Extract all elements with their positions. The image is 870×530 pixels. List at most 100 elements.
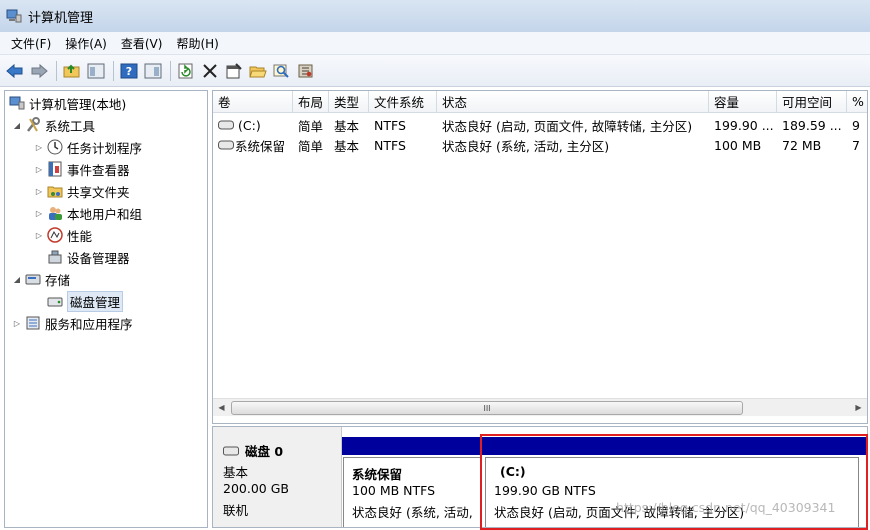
tree-item-local-users[interactable]: ▷ 本地用户和组 [33, 203, 142, 223]
svg-text:?: ? [126, 65, 132, 78]
expand-arrow-icon[interactable]: ▷ [33, 231, 45, 240]
settings-icon[interactable] [295, 60, 317, 82]
volume-free-space: 72 MB [782, 137, 822, 153]
users-icon [49, 207, 62, 220]
tree-item-label: 性能 [67, 228, 93, 244]
column-header-free-space[interactable]: 可用空间 [777, 91, 847, 113]
tree-item-shared-folders[interactable]: ▷ 共享文件夹 [33, 181, 130, 201]
window-title: 计算机管理 [28, 10, 94, 26]
expand-arrow-icon[interactable]: ▷ [33, 187, 45, 196]
volume-name-cell: (C:) [213, 115, 293, 135]
tree-item-disk-management[interactable]: 磁盘管理 [45, 290, 124, 312]
tree-item-label: 本地用户和组 [67, 206, 143, 222]
toolbar-separator [170, 60, 171, 81]
clock-icon [47, 139, 63, 155]
tree-item-label: 服务和应用程序 [45, 316, 133, 332]
menu-action[interactable]: 操作(A) [58, 35, 114, 52]
forward-icon[interactable] [28, 60, 50, 82]
volume-capacity: 100 MB [714, 137, 762, 153]
performance-icon [47, 227, 63, 243]
menu-file[interactable]: 文件(F) [4, 35, 58, 52]
navigation-tree: 计算机管理(本地) ◢ 系统工具 ▷ 任务计划程序 ▷ 事件查看器 ▷ 共享文件… [4, 90, 208, 528]
column-header-capacity[interactable]: 容量 [709, 91, 777, 113]
expand-arrow-icon[interactable]: ▷ [11, 319, 23, 328]
refresh-icon[interactable] [175, 60, 197, 82]
computer-management-icon [9, 96, 25, 110]
tree-item-label: 磁盘管理 [67, 290, 124, 312]
show-tree-icon[interactable] [85, 60, 107, 82]
tree-item-event-viewer[interactable]: ▷ 事件查看器 [33, 159, 130, 179]
tree-item-root[interactable]: 计算机管理(本地) [7, 93, 126, 113]
scroll-right-arrow-icon[interactable]: ▶ [850, 399, 867, 416]
column-header-type[interactable]: 类型 [329, 91, 369, 113]
disk-header: 磁盘 0 [223, 441, 283, 460]
tree-item-task-scheduler[interactable]: ▷ 任务计划程序 [33, 137, 142, 157]
column-header-percent-free[interactable]: % [847, 91, 867, 113]
delete-icon[interactable] [199, 60, 221, 82]
column-header-filesystem[interactable]: 文件系统 [369, 91, 437, 113]
collapse-arrow-icon[interactable]: ◢ [11, 121, 23, 130]
menu-bar: 文件(F) 操作(A) 查看(V) 帮助(H) [0, 32, 870, 55]
disk-info[interactable]: 磁盘 0 基本 200.00 GB 联机 [213, 427, 342, 527]
back-icon[interactable] [4, 60, 26, 82]
tree-item-storage[interactable]: ◢ 存储 [11, 269, 70, 289]
shared-folder-icon [47, 186, 63, 198]
computer-management-icon [6, 9, 22, 23]
volume-name: (C:) [238, 117, 261, 133]
open-icon[interactable] [247, 60, 269, 82]
tree-item-device-manager[interactable]: 设备管理器 [45, 247, 130, 267]
tree-item-label: 存储 [45, 272, 71, 288]
tree-item-performance[interactable]: ▷ 性能 [33, 225, 92, 245]
toolbar: ? [0, 55, 870, 87]
menu-view[interactable]: 查看(V) [114, 35, 170, 52]
expand-arrow-icon[interactable]: ▷ [33, 209, 45, 218]
column-header-status[interactable]: 状态 [437, 91, 709, 113]
expand-arrow-icon[interactable]: ▷ [33, 165, 45, 174]
partition-name: 系统保留 [352, 467, 403, 482]
volume-list: 卷 布局 类型 文件系统 状态 容量 可用空间 % (C:) 简单 基本 NTF… [212, 90, 868, 424]
volume-status: 状态良好 (启动, 页面文件, 故障转储, 主分区) [442, 118, 693, 134]
event-log-icon [48, 161, 62, 177]
disk-management-icon [47, 297, 63, 307]
volume-filesystem: NTFS [374, 137, 406, 153]
partition-system-reserved[interactable]: 系统保留 100 MB NTFS 状态良好 (系统, 活动, [343, 457, 481, 527]
horizontal-scrollbar[interactable]: ◀ III ▶ [213, 398, 867, 416]
disk-size: 200.00 GB [223, 481, 289, 496]
help-icon[interactable]: ? [118, 60, 140, 82]
volume-name: 系统保留 [235, 138, 286, 154]
volume-icon [218, 120, 234, 130]
tree-item-label: 系统工具 [45, 118, 96, 134]
collapse-arrow-icon[interactable]: ◢ [11, 275, 23, 284]
column-header-volume[interactable]: 卷 [213, 91, 293, 113]
storage-icon [25, 274, 41, 285]
partition-status: 状态良好 (系统, 活动, [352, 505, 473, 520]
toolbar-separator [113, 60, 114, 81]
volume-layout: 简单 [298, 118, 324, 134]
volume-type: 基本 [334, 138, 360, 154]
column-header-layout[interactable]: 布局 [293, 91, 329, 113]
scrollbar-thumb[interactable]: III [231, 401, 743, 415]
up-folder-icon[interactable] [61, 60, 83, 82]
tree-item-label: 设备管理器 [67, 250, 130, 266]
services-icon [26, 316, 40, 330]
tree-item-services[interactable]: ▷ 服务和应用程序 [11, 313, 133, 333]
scroll-left-arrow-icon[interactable]: ◀ [213, 399, 230, 416]
menu-help[interactable]: 帮助(H) [169, 35, 225, 52]
properties-icon[interactable] [223, 60, 245, 82]
volume-layout: 简单 [298, 138, 324, 154]
toolbar-separator [56, 60, 57, 81]
tools-icon [27, 117, 40, 132]
disk-type: 基本 [223, 465, 249, 480]
partition-size: 100 MB NTFS [352, 483, 436, 498]
volume-status: 状态良好 (系统, 活动, 主分区) [442, 138, 610, 154]
disk-icon [223, 446, 239, 455]
show-pane-icon[interactable] [142, 60, 164, 82]
tree-item-label: 计算机管理(本地) [29, 96, 127, 112]
volume-filesystem: NTFS [374, 117, 406, 133]
search-icon[interactable] [271, 60, 293, 82]
tree-item-label: 共享文件夹 [67, 184, 130, 200]
tree-item-system-tools[interactable]: ◢ 系统工具 [11, 115, 95, 135]
volume-type: 基本 [334, 118, 360, 134]
title-bar: 计算机管理 [0, 0, 870, 32]
expand-arrow-icon[interactable]: ▷ [33, 143, 45, 152]
